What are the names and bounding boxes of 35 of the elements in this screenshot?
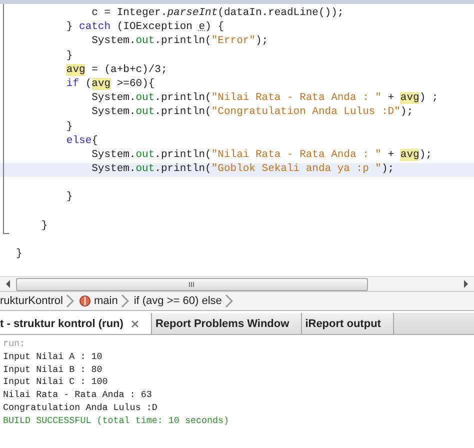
output-line: Congratulation Anda Lulus :D [3,402,158,415]
code-line: avg = (a+b+c)/3; [65,64,168,78]
code-line: if (avg >=60){ [65,78,156,92]
code-line: } [40,220,49,234]
code-line: } [15,248,24,262]
code-line: System.out.println("Congratulation Anda Lulus :D"); [90,106,414,120]
scroll-left-icon[interactable] [4,279,12,289]
method-icon [78,295,91,307]
output-line: run: [3,338,26,351]
chevron-icon [66,294,74,308]
code-line: System.out.println("Nilai Rata - Rata Anda : " + avg); [90,148,433,163]
code-line: } [65,120,74,134]
code-line: c = Integer.parseInt(dataIn.readLine()); [90,7,345,21]
code-line: System.out.println("Error"); [90,35,270,50]
code-line: else{ [65,134,99,149]
output-line: BUILD SUCCESSFUL (total time: 10 seconds) [3,414,230,428]
code-line: System.out.println("Nilai Rata - Rata Anda : " + avg) ; [90,92,440,106]
output-tab[interactable]: iReport output [302,313,394,334]
chevron-icon [120,294,129,308]
chevron-icon [224,294,233,308]
output-line: Nilai Rata - Rata Anda : 63 [3,389,152,402]
scrollbar-thumb[interactable] [16,278,368,290]
output-line: Input Nilai A : 10 [3,350,102,364]
code-line: } [65,50,74,64]
breadcrumb-item[interactable]: main [94,295,118,307]
scroll-right-icon[interactable] [462,279,470,289]
output-line: Input Nilai C : 100 [3,376,108,390]
close-icon[interactable] [131,320,140,328]
code-line: } [65,191,74,206]
output-line: Input Nilai B : 80 [3,364,102,376]
code-line: } catch (IOException e) { [65,21,225,35]
breadcrumb-item[interactable]: rukturKontrol [0,295,63,307]
output-tab[interactable]: t - struktur kontrol (run) [0,313,152,334]
breadcrumb-item[interactable]: if (avg >= 60) else [134,295,222,307]
output-tab[interactable]: Report Problems Window [152,313,302,334]
